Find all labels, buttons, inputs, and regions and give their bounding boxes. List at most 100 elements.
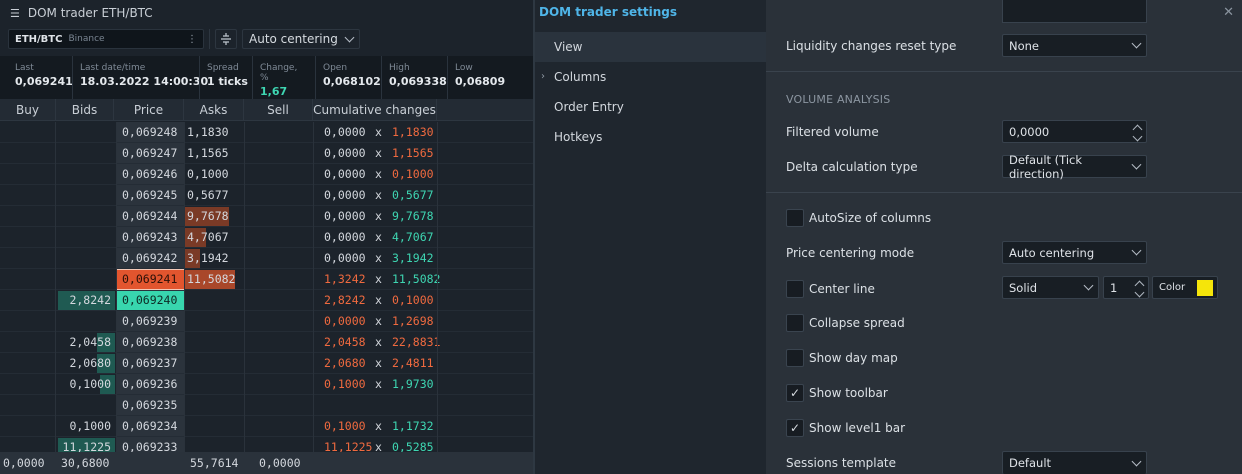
price-centering-label: Price centering mode	[786, 245, 915, 260]
column-headers: Buy Bids Price Asks Sell Cumulative changes	[0, 99, 533, 121]
spinner-arrows-icon[interactable]	[1134, 279, 1145, 298]
cumulative-x-separator: x	[375, 230, 382, 244]
column-header-bids[interactable]: Bids	[56, 99, 114, 121]
center-line-width-input[interactable]: 1	[1103, 276, 1149, 299]
close-icon[interactable]: ✕	[1223, 5, 1234, 20]
liquidity-reset-dropdown[interactable]: None	[1002, 34, 1147, 57]
dom-grid[interactable]: 0,069248 1,1830 0,0000 x 1,1830 0,069247 1,156…	[0, 122, 533, 458]
dom-row[interactable]: 0,069241 11,5082 1,3242 x 11,5082	[0, 269, 533, 290]
price-cell[interactable]: 0,069246	[122, 164, 177, 184]
nav-item-hotkeys[interactable]: Hotkeys	[535, 122, 766, 152]
show-toolbar-row: ✓ Show toolbar	[786, 383, 1226, 403]
show-toolbar-checkbox[interactable]: ✓	[786, 384, 804, 402]
dom-row[interactable]: 0,069243 4,7067 0,0000 x 4,7067	[0, 227, 533, 248]
column-header-cumulative-changes[interactable]: Cumulative changes	[313, 99, 437, 121]
settings-content: ✕ Liquidity changes reset type None VOLU…	[766, 0, 1242, 474]
level1-label: Open	[323, 63, 348, 73]
dom-row[interactable]: 0,069247 1,1565 0,0000 x 1,1565	[0, 143, 533, 164]
dom-row[interactable]: 0,069236 0,1000 0,1000 x 1,9730	[0, 374, 533, 395]
ask-cell[interactable]: 9,7678	[187, 206, 229, 226]
delta-calc-dropdown[interactable]: Default (Tick direction)	[1002, 153, 1147, 181]
column-header-sell[interactable]: Sell	[244, 99, 313, 121]
collapse-spread-checkbox[interactable]	[786, 314, 804, 332]
level1-item: High 0,069338	[381, 56, 447, 102]
symbol-selector[interactable]: ETH/BTC Binance ⋮	[8, 29, 204, 49]
price-cell[interactable]: 0,069243	[122, 227, 177, 247]
bid-cell[interactable]: 2,0458	[69, 332, 111, 352]
day-map-row: Show day map	[786, 348, 1226, 368]
price-cell[interactable]: 0,069237	[122, 353, 177, 373]
grid-column-line	[116, 122, 117, 452]
cumulative-right: 9,7678	[392, 209, 434, 223]
autosize-checkbox[interactable]	[786, 209, 804, 227]
nav-item-label: Hotkeys	[554, 130, 603, 144]
level1-item: Open 0,068102	[315, 56, 381, 102]
bid-cell[interactable]: 0,1000	[69, 374, 111, 394]
price-cell[interactable]: 0,069244	[122, 206, 177, 226]
price-cell[interactable]: 0,069240	[122, 290, 177, 310]
ask-cell[interactable]: 0,5677	[187, 185, 229, 205]
dom-row[interactable]: 0,069246 0,1000 0,0000 x 0,1000	[0, 164, 533, 185]
dom-row[interactable]: 0,069234 0,1000 0,1000 x 1,1732	[0, 416, 533, 437]
toolbar-divider	[209, 29, 210, 49]
ask-cell[interactable]: 1,1565	[187, 143, 229, 163]
price-cell[interactable]: 0,069248	[122, 122, 177, 142]
price-cell[interactable]: 0,069242	[122, 248, 177, 268]
center-line-checkbox[interactable]	[786, 279, 804, 298]
dom-row[interactable]: 0,069244 9,7678 0,0000 x 9,7678	[0, 206, 533, 227]
cumulative-left: 0,0000	[324, 167, 366, 181]
ask-cell[interactable]: 3,1942	[187, 248, 229, 268]
nav-item-columns[interactable]: › Columns	[535, 62, 766, 92]
ask-cell[interactable]: 0,1000	[187, 164, 229, 184]
dom-row[interactable]: 0,069245 0,5677 0,0000 x 0,5677	[0, 185, 533, 206]
bid-cell[interactable]: 2,8242	[69, 290, 111, 310]
level1-label: Low	[455, 63, 473, 73]
column-header-price[interactable]: Price	[114, 99, 184, 121]
centering-mode-select[interactable]: Auto centering	[242, 29, 360, 49]
center-line-color-picker[interactable]: Color	[1152, 276, 1218, 299]
ask-cell[interactable]: 11,5082	[187, 269, 235, 289]
sessions-template-dropdown[interactable]: Default	[1002, 451, 1147, 474]
center-line-style-value: Solid	[1009, 280, 1038, 295]
chevron-down-icon	[1131, 456, 1142, 466]
show-toolbar-label: Show toolbar	[809, 386, 888, 400]
spinner-arrows-icon[interactable]	[1132, 123, 1143, 142]
dom-row[interactable]: 0,069248 1,1830 0,0000 x 1,1830	[0, 122, 533, 143]
level1-value: 1 ticks	[207, 75, 248, 88]
price-centering-dropdown[interactable]: Auto centering	[1002, 241, 1147, 264]
price-cell[interactable]: 0,069239	[122, 311, 177, 331]
center-line-style-dropdown[interactable]: Solid	[1002, 276, 1099, 299]
level1-value: 0,06809	[455, 75, 506, 88]
price-cell[interactable]: 0,069234	[122, 416, 177, 436]
price-cell[interactable]: 0,069235	[122, 395, 177, 415]
cumulative-left: 0,0000	[324, 209, 366, 223]
dom-row[interactable]: 0,069237 2,0680 2,0680 x 2,4811	[0, 353, 533, 374]
hamburger-menu-icon[interactable]: ☰	[10, 7, 20, 20]
bid-cell[interactable]: 2,0680	[69, 353, 111, 373]
price-cell[interactable]: 0,069247	[122, 143, 177, 163]
nav-item-view[interactable]: View	[535, 32, 766, 62]
show-level1-checkbox[interactable]: ✓	[786, 419, 804, 437]
dom-row[interactable]: 0,069238 2,0458 2,0458 x 22,8831	[0, 332, 533, 353]
filtered-volume-input[interactable]: 0,0000	[1002, 120, 1147, 143]
column-header-asks[interactable]: Asks	[184, 99, 244, 121]
cumulative-left: 2,0458	[324, 335, 366, 349]
center-price-icon[interactable]	[215, 29, 237, 49]
bid-cell[interactable]: 0,1000	[69, 416, 111, 436]
ask-cell[interactable]: 4,7067	[187, 227, 229, 247]
day-map-checkbox[interactable]	[786, 349, 804, 367]
dom-row[interactable]: 0,069240 2,8242 2,8242 x 0,1000	[0, 290, 533, 311]
price-cell[interactable]: 0,069236	[122, 374, 177, 394]
ask-cell[interactable]: 1,1830	[187, 122, 229, 142]
column-header-buy[interactable]: Buy	[0, 99, 56, 121]
dom-row[interactable]: 0,069235	[0, 395, 533, 416]
liquidity-reset-value: None	[1009, 38, 1040, 53]
footer-buy-total: 0,0000	[3, 456, 45, 470]
price-cell[interactable]: 0,069241	[122, 269, 177, 289]
dom-row[interactable]: 0,069239 0,0000 x 1,2698	[0, 311, 533, 332]
more-options-icon[interactable]: ⋮	[187, 34, 197, 45]
nav-item-order-entry[interactable]: Order Entry	[535, 92, 766, 122]
price-cell[interactable]: 0,069245	[122, 185, 177, 205]
price-cell[interactable]: 0,069238	[122, 332, 177, 352]
dom-row[interactable]: 0,069242 3,1942 0,0000 x 3,1942	[0, 248, 533, 269]
